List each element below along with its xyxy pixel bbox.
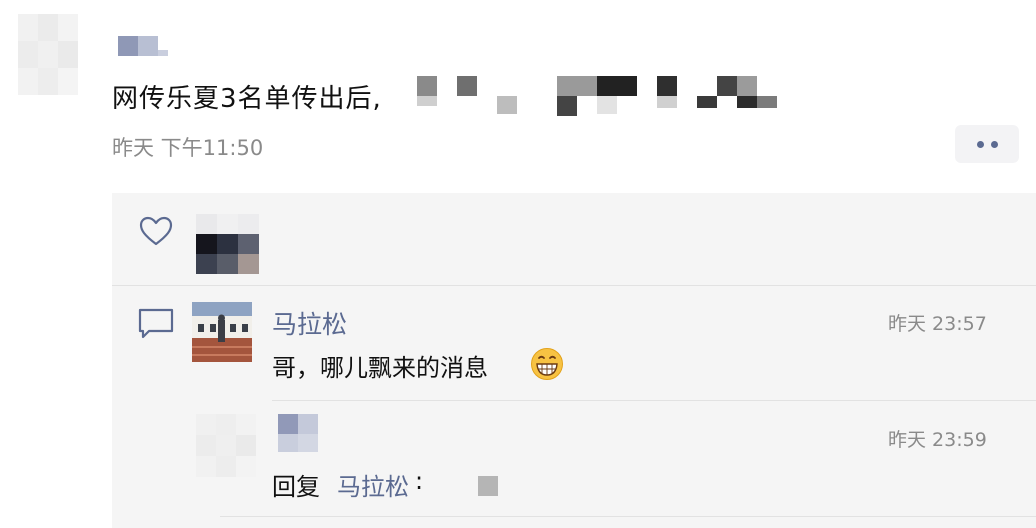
avatar-pixel	[216, 414, 236, 435]
speech-bubble-icon	[138, 308, 174, 339]
liker-avatar[interactable]	[196, 214, 260, 274]
replier-avatar[interactable]	[196, 414, 256, 478]
name-pixel	[138, 36, 158, 56]
name-pixel	[298, 414, 318, 434]
name-pixel	[158, 50, 168, 56]
avatar-pixel	[58, 14, 78, 41]
more-actions-button[interactable]	[955, 125, 1019, 163]
commenter-avatar[interactable]	[192, 302, 252, 362]
avatar-pixel	[238, 214, 259, 234]
avatar-pixel	[238, 234, 259, 254]
avatar-pixel	[58, 68, 78, 95]
comment-divider	[272, 400, 1036, 401]
commenter-name-link[interactable]: 马拉松	[272, 305, 347, 341]
avatar-pixel	[236, 456, 256, 477]
avatar-pixel	[196, 234, 217, 254]
mosaic-pixel	[417, 96, 437, 106]
heart-outline-icon	[139, 216, 173, 246]
mosaic-pixel	[737, 96, 757, 108]
comment-text[interactable]: 哥，哪儿飘来的消息	[272, 348, 488, 383]
mosaic-pixel	[457, 76, 477, 96]
avatar-pixel	[18, 41, 38, 68]
mosaic-pixel	[597, 76, 637, 96]
mosaic-pixel	[417, 76, 437, 96]
avatar-pixel	[196, 214, 217, 234]
mosaic-pixel	[657, 76, 677, 96]
avatar-pixel	[196, 456, 216, 477]
avatar-pixel	[216, 456, 236, 477]
post-timestamp: 昨天 下午11:50	[112, 136, 264, 160]
avatar-pixel	[18, 14, 38, 41]
name-pixel	[278, 414, 298, 434]
post-author-avatar[interactable]	[18, 14, 78, 96]
avatar-pixel	[196, 414, 216, 435]
mosaic-pixel	[757, 96, 777, 108]
avatar-pixel	[196, 435, 216, 456]
mosaic-pixel	[497, 96, 517, 114]
mosaic-pixel	[697, 96, 717, 108]
mosaic-pixel	[557, 76, 597, 96]
name-pixel	[118, 36, 138, 56]
reply-target-link[interactable]: 马拉松	[337, 467, 409, 502]
avatar-pixel	[216, 435, 236, 456]
avatar-pixel	[38, 41, 58, 68]
comment-timestamp: 昨天 23:57	[888, 313, 987, 335]
avatar-pixel	[236, 435, 256, 456]
name-pixel	[298, 434, 318, 452]
name-pixel	[278, 434, 298, 452]
reply-colon: :	[415, 467, 424, 495]
avatar-pixel	[217, 234, 238, 254]
grinning-face-emoji	[531, 348, 563, 380]
more-dots-icon	[990, 140, 998, 148]
more-dots-icon	[976, 140, 984, 148]
replier-name-link[interactable]	[278, 414, 320, 454]
avatar-pixel	[238, 254, 259, 274]
avatar-pixel	[217, 214, 238, 234]
avatar-pixel	[236, 414, 256, 435]
avatar-pixel	[217, 254, 238, 274]
avatar-pixel	[18, 68, 38, 95]
avatar-pixel	[38, 14, 58, 41]
post-text-mosaic	[415, 74, 785, 118]
mosaic-pixel	[597, 96, 617, 114]
reply-prefix: 回复	[272, 473, 320, 501]
mosaic-pixel	[557, 96, 577, 116]
reply-divider	[220, 516, 1036, 517]
post-text: 网传乐夏3名单传出后,	[112, 84, 382, 114]
mosaic-pixel	[717, 76, 737, 96]
avatar-pixel	[38, 68, 58, 95]
mosaic-pixel	[737, 76, 757, 96]
post-author-name[interactable]	[118, 36, 168, 56]
avatar-pixel	[196, 254, 217, 274]
mosaic-pixel	[657, 96, 677, 108]
panel-divider	[112, 285, 1036, 286]
reply-text-mosaic	[478, 476, 498, 496]
avatar-pixel	[58, 41, 78, 68]
reply-timestamp: 昨天 23:59	[888, 429, 987, 451]
